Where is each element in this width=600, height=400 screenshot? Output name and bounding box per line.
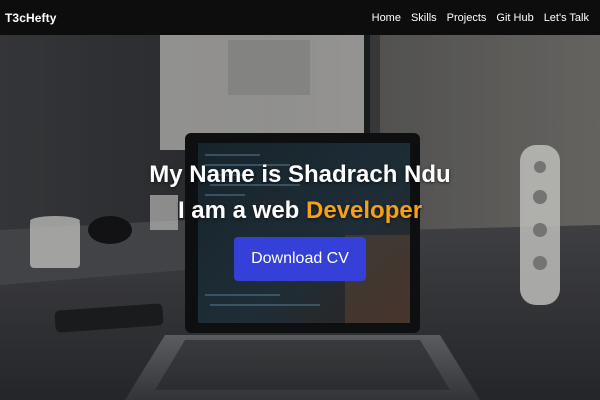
nav-links: Home Skills Projects Git Hub Let's Talk [372,12,589,24]
hero-section: My Name is Shadrach Ndu I am a web Devel… [0,35,600,400]
nav-projects-link[interactable]: Projects [447,12,487,24]
nav-skills-link[interactable]: Skills [411,12,437,24]
hero-role-heading: I am a web Developer [0,193,600,229]
hero-role-prefix: I am a web [177,197,306,224]
hero-content: My Name is Shadrach Ndu I am a web Devel… [0,157,600,281]
hero-role-highlight: Developer [306,197,423,224]
top-navbar: T3cHefty Home Skills Projects Git Hub Le… [0,0,600,35]
brand-logo[interactable]: T3cHefty [5,11,56,25]
nav-home-link[interactable]: Home [372,12,401,24]
hero-name-heading: My Name is Shadrach Ndu [149,161,451,188]
nav-github-link[interactable]: Git Hub [496,12,533,24]
nav-lets-talk-link[interactable]: Let's Talk [544,12,589,24]
download-cv-button[interactable]: Download CV [234,237,366,281]
